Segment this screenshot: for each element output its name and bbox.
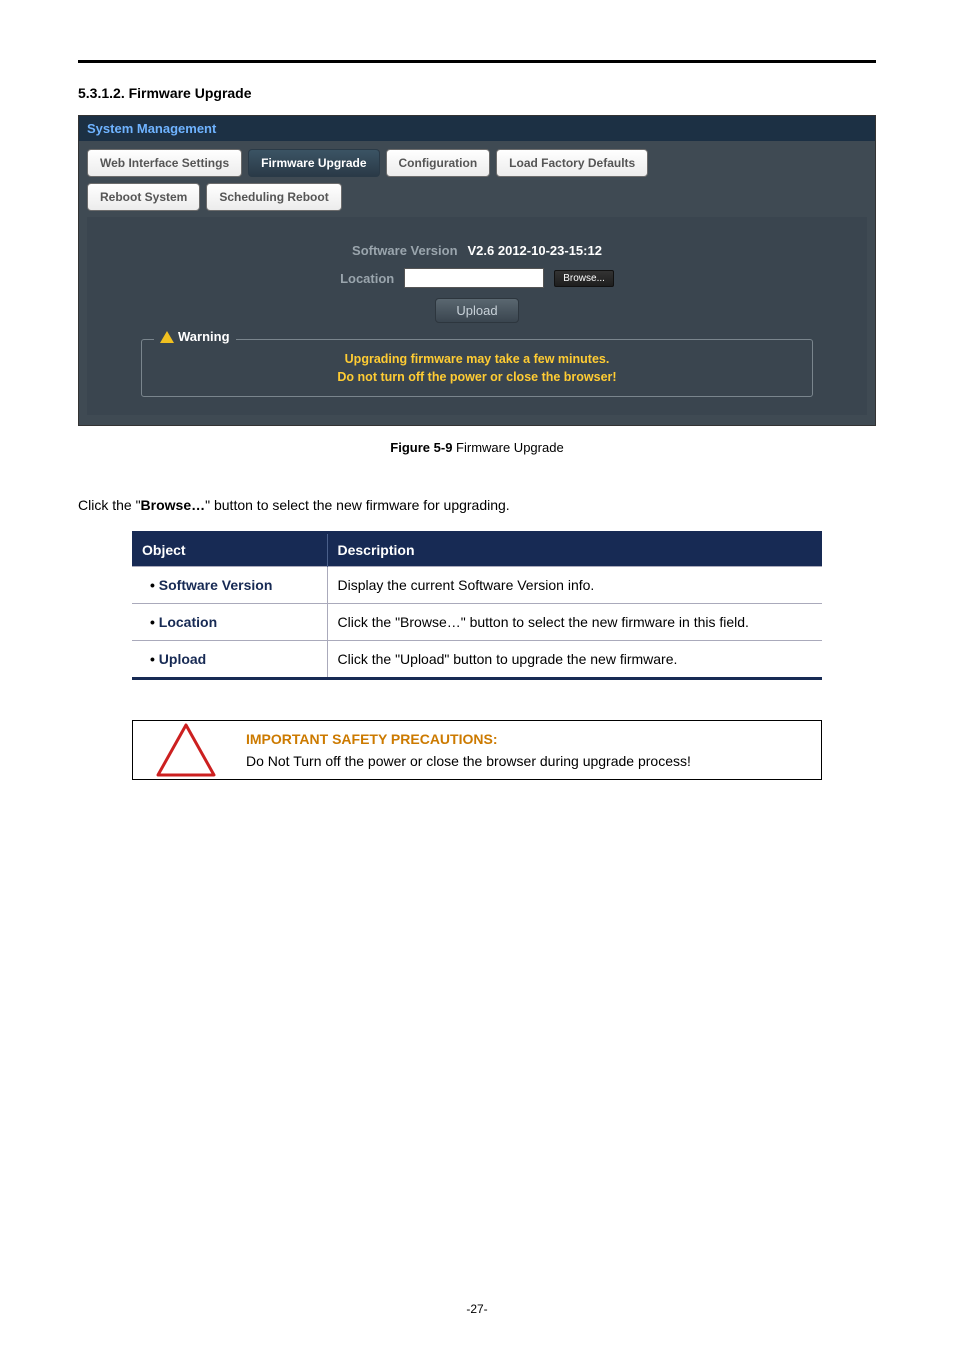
tab-reboot-system[interactable]: Reboot System xyxy=(87,183,200,211)
warning-legend: Warning xyxy=(154,329,236,344)
page-number: -27- xyxy=(0,1302,954,1316)
tab-firmware-upgrade[interactable]: Firmware Upgrade xyxy=(248,149,379,177)
table-header-object: Object xyxy=(132,533,327,567)
object-description: Click the "Browse…" button to select the… xyxy=(327,604,822,641)
safety-body: Do Not Turn off the power or close the b… xyxy=(246,753,813,769)
warning-lines: Upgrading firmware may take a few minute… xyxy=(156,350,798,386)
object-label: Software Version xyxy=(142,577,272,593)
software-version-value: V2.6 2012-10-23-15:12 xyxy=(468,243,602,258)
tab-web-interface-settings[interactable]: Web Interface Settings xyxy=(87,149,242,177)
object-description: Display the current Software Version inf… xyxy=(327,567,822,604)
instruction-bold: Browse… xyxy=(141,497,206,513)
panel-body: Software Version V2.6 2012-10-23-15:12 L… xyxy=(87,217,867,415)
instruction-line: Click the "Browse…" button to select the… xyxy=(78,497,876,513)
section-heading: 5.3.1.2. Firmware Upgrade xyxy=(78,85,876,101)
figure-text: Firmware Upgrade xyxy=(452,440,563,455)
tab-area: Web Interface Settings Firmware Upgrade … xyxy=(79,141,875,425)
warning-icon xyxy=(160,331,174,343)
location-file-input[interactable] xyxy=(404,268,544,288)
table-row: Upload Click the "Upload" button to upgr… xyxy=(132,641,822,679)
instruction-pre: Click the " xyxy=(78,497,141,513)
panel-title: System Management xyxy=(79,116,875,141)
table-row: Software Version Display the current Sof… xyxy=(132,567,822,604)
safety-box: IMPORTANT SAFETY PRECAUTIONS: Do Not Tur… xyxy=(132,720,822,780)
location-label: Location xyxy=(340,271,394,286)
tab-scheduling-reboot[interactable]: Scheduling Reboot xyxy=(206,183,341,211)
warning-line-1: Upgrading firmware may take a few minute… xyxy=(156,350,798,368)
instruction-post: " button to select the new firmware for … xyxy=(205,497,510,513)
safety-header: IMPORTANT SAFETY PRECAUTIONS: xyxy=(246,731,813,747)
software-version-label: Software Version xyxy=(352,243,457,258)
safety-icon-cell xyxy=(133,721,238,779)
section-title: Firmware Upgrade xyxy=(129,85,252,101)
warning-line-2: Do not turn off the power or close the b… xyxy=(156,368,798,386)
warning-box: Warning Upgrading firmware may take a fe… xyxy=(141,339,813,397)
figure-caption: Figure 5-9 Firmware Upgrade xyxy=(78,440,876,455)
object-label: Location xyxy=(142,614,217,630)
triangle-warning-icon xyxy=(156,723,216,778)
table-header-description: Description xyxy=(327,533,822,567)
object-description: Click the "Upload" button to upgrade the… xyxy=(327,641,822,679)
object-label: Upload xyxy=(142,651,206,667)
system-management-panel: System Management Web Interface Settings… xyxy=(78,115,876,426)
upload-button[interactable]: Upload xyxy=(435,298,518,323)
tab-row-1: Web Interface Settings Firmware Upgrade … xyxy=(87,149,867,177)
tab-row-2: Reboot System Scheduling Reboot xyxy=(87,183,867,211)
warning-legend-text: Warning xyxy=(178,329,230,344)
parameter-table: Object Description Software Version Disp… xyxy=(132,531,822,680)
section-number: 5.3.1.2. xyxy=(78,85,125,101)
figure-number: Figure 5-9 xyxy=(390,440,452,455)
location-row: Location Browse... xyxy=(97,268,857,288)
table-row: Location Click the "Browse…" button to s… xyxy=(132,604,822,641)
tab-load-factory-defaults[interactable]: Load Factory Defaults xyxy=(496,149,648,177)
upload-row: Upload xyxy=(97,298,857,323)
software-version-row: Software Version V2.6 2012-10-23-15:12 xyxy=(97,243,857,258)
safety-text-cell: IMPORTANT SAFETY PRECAUTIONS: Do Not Tur… xyxy=(238,721,821,779)
page-top-rule xyxy=(78,60,876,63)
tab-configuration[interactable]: Configuration xyxy=(386,149,491,177)
browse-button[interactable]: Browse... xyxy=(554,270,614,287)
